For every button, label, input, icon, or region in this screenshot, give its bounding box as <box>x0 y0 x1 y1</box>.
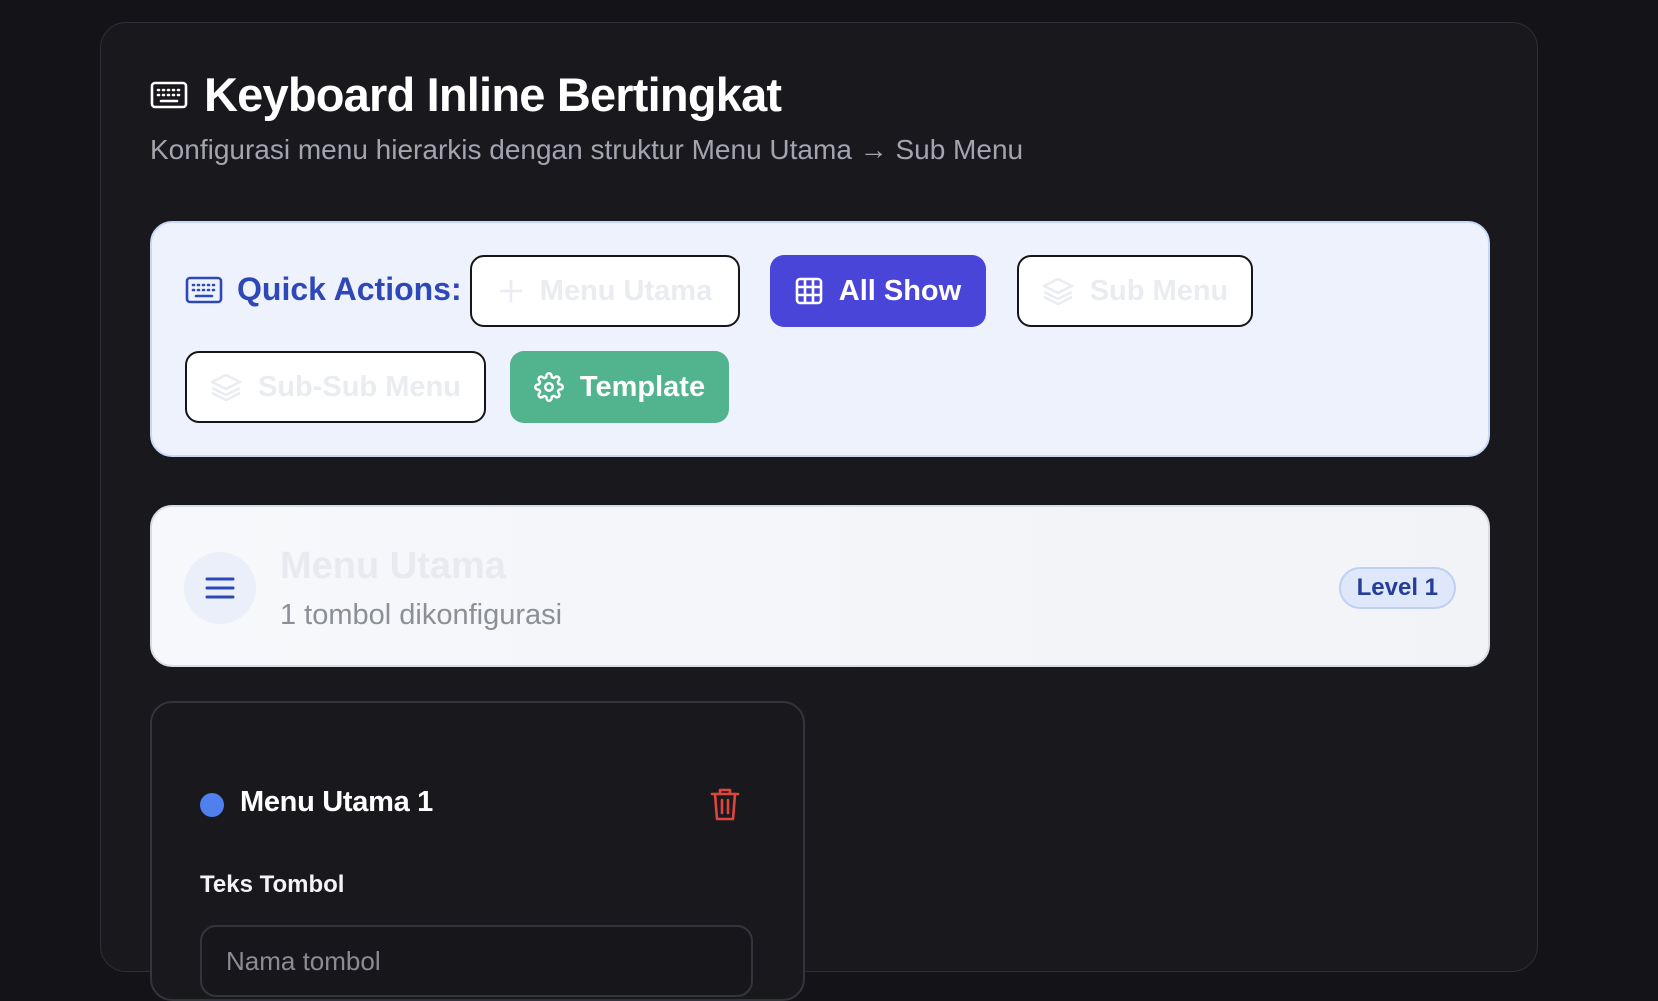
template-label: Template <box>579 370 706 403</box>
delete-button[interactable] <box>709 786 741 822</box>
grid-icon <box>795 277 823 305</box>
quick-actions-label: Quick Actions: <box>237 271 462 307</box>
trash-icon <box>709 786 741 822</box>
page-header: Keyboard Inline Bertingkat Konfigurasi m… <box>150 67 1023 166</box>
all-show-button[interactable]: All Show <box>770 255 986 327</box>
add-menu-utama-button[interactable]: Menu Utama <box>470 255 740 327</box>
keyboard-icon <box>150 79 188 111</box>
add-sub-menu-label: Sub Menu <box>1089 274 1229 307</box>
keyboard-config-card: Keyboard Inline Bertingkat Konfigurasi m… <box>100 22 1538 1001</box>
all-show-label: All Show <box>838 274 962 307</box>
page-title: Keyboard Inline Bertingkat <box>204 68 782 121</box>
menu-item-card: Menu Utama 1 Teks Tombol <box>150 701 805 1001</box>
plus-icon <box>498 278 524 304</box>
add-sub-sub-menu-button[interactable]: Sub-Sub Menu <box>185 351 486 423</box>
level-badge: Level 1 <box>1338 567 1456 609</box>
layers-icon <box>1042 276 1074 306</box>
add-sub-sub-menu-label: Sub-Sub Menu <box>258 370 461 403</box>
menu-item-title: Menu Utama 1 <box>240 786 433 818</box>
section-subtitle: 1 tombol dikonfigurasi <box>280 599 563 631</box>
menu-utama-section-header: Menu Utama 1 tombol dikonfigurasi Level … <box>150 505 1490 667</box>
title-row: Keyboard Inline Bertingkat <box>150 67 1023 122</box>
add-sub-menu-button[interactable]: Sub Menu <box>1017 255 1253 327</box>
quick-actions-heading: Quick Actions: <box>185 271 462 308</box>
section-title: Menu Utama <box>280 545 506 587</box>
page-subtitle: Konfigurasi menu hierarkis dengan strukt… <box>150 134 1024 165</box>
keyboard-icon <box>185 274 223 306</box>
button-text-label: Teks Tombol <box>200 871 345 898</box>
gear-icon <box>533 372 564 402</box>
status-dot <box>200 793 224 817</box>
layers-icon <box>210 372 242 402</box>
add-menu-utama-label: Menu Utama <box>539 274 713 307</box>
template-button[interactable]: Template <box>510 351 729 423</box>
quick-actions-panel: Quick Actions: Menu Utama All Show Sub M… <box>150 221 1490 457</box>
hamburger-menu-icon <box>184 552 256 624</box>
